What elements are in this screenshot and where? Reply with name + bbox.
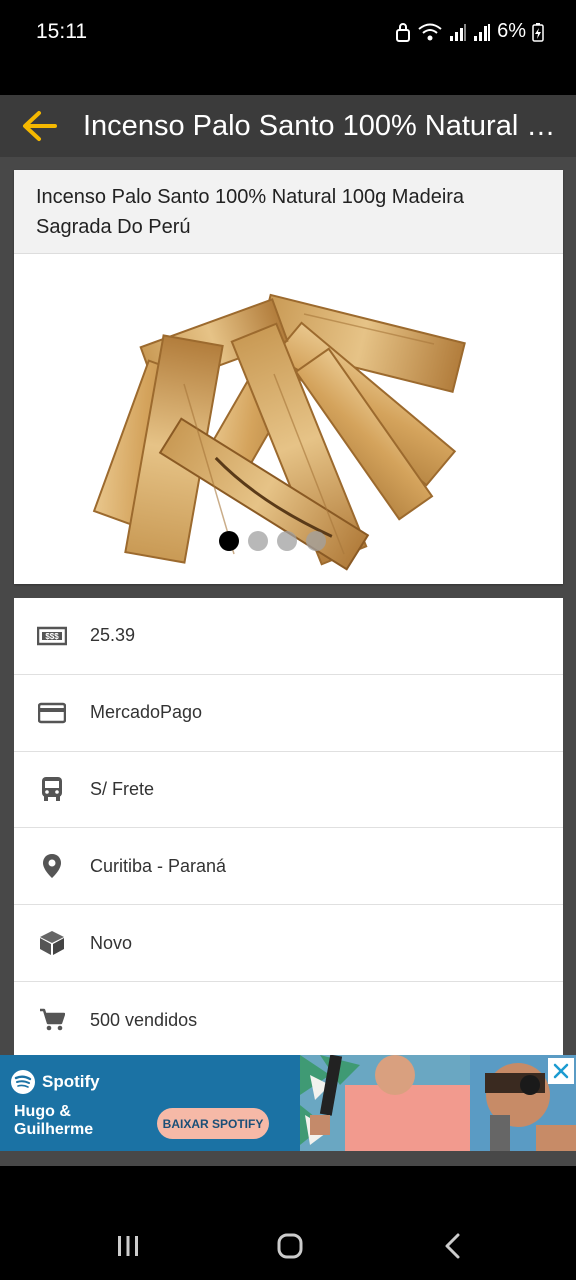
carousel-dot[interactable] [277, 531, 297, 551]
carousel-dots [219, 531, 326, 551]
info-row-price: $$$ 25.39 [14, 598, 563, 675]
spotify-icon [11, 1070, 35, 1094]
payment-text: MercadoPago [90, 702, 203, 723]
carousel-dot[interactable] [306, 531, 326, 551]
shipping-text: S/ Frete [90, 778, 155, 799]
info-row-shipping: S/ Frete [14, 752, 563, 829]
product-image-carousel[interactable] [14, 254, 563, 584]
bus-icon [42, 777, 62, 802]
signal-icon [450, 23, 467, 41]
signal-roaming-icon [474, 23, 491, 41]
carousel-dot[interactable] [248, 531, 268, 551]
product-title: Incenso Palo Santo 100% Natural 100g Mad… [14, 170, 563, 254]
status-icons: 6% [395, 20, 544, 43]
home-icon [277, 1233, 303, 1259]
credit-card-icon [38, 702, 66, 723]
money-icon: $$$ [37, 626, 67, 646]
nav-back-button[interactable] [432, 1226, 472, 1266]
content-area[interactable]: Incenso Palo Santo 100% Natural 100g Mad… [0, 157, 576, 1055]
ad-artist: Hugo & Guilherme [14, 1103, 93, 1139]
app-bar: Incenso Palo Santo 100% Natural 100g Mad… [0, 95, 576, 157]
home-button[interactable] [270, 1226, 310, 1266]
product-info-list: $$$ 25.39 MercadoPago S/ Frete Curitiba … [14, 598, 563, 1055]
arrow-left-icon [23, 111, 57, 141]
wifi-icon [418, 23, 442, 40]
status-bar: 15:11 6% [0, 0, 576, 95]
back-button[interactable] [0, 95, 78, 157]
ad-cta-button[interactable]: BAIXAR SPOTIFY [157, 1108, 269, 1139]
content-bottom-strip [0, 1151, 576, 1166]
battery-charging-icon [532, 22, 544, 42]
carousel-dot[interactable] [219, 531, 239, 551]
info-row-location: Curitiba - Paraná [14, 828, 563, 906]
ad-artist-line1: Hugo & [14, 1103, 71, 1120]
ad-left-panel: Spotify Hugo & Guilherme BAIXAR SPOTIFY [0, 1055, 300, 1151]
close-icon [553, 1063, 569, 1079]
recents-button[interactable] [108, 1226, 148, 1266]
location-text: Curitiba - Paraná [90, 855, 227, 876]
info-row-payment: MercadoPago [14, 675, 563, 752]
svg-text:$$$: $$$ [45, 632, 59, 641]
lock-icon [396, 22, 411, 42]
ad-banner[interactable]: Spotify Hugo & Guilherme BAIXAR SPOTIFY [0, 1055, 576, 1151]
status-time: 15:11 [36, 20, 87, 43]
nav-back-icon [445, 1233, 460, 1259]
cart-icon [40, 1009, 65, 1031]
info-row-sold: 500 vendidos [14, 982, 563, 1055]
ad-artist-line2: Guilherme [14, 1121, 94, 1138]
recents-icon [118, 1236, 138, 1256]
price-text: 25.39 [90, 625, 136, 646]
ad-photo [300, 1055, 576, 1151]
info-row-condition: Novo [14, 905, 563, 982]
condition-text: Novo [90, 932, 133, 953]
box-icon [40, 931, 64, 956]
ad-close-button[interactable] [548, 1058, 574, 1084]
system-nav-bar [0, 1166, 576, 1280]
location-pin-icon [43, 854, 61, 879]
spotify-wordmark: Spotify [42, 1072, 100, 1091]
battery-percent: 6% [497, 20, 526, 42]
spotify-logo: Spotify [10, 1069, 100, 1095]
page-title: Incenso Palo Santo 100% Natural 100g Mad… [83, 109, 563, 142]
sold-text: 500 vendidos [90, 1009, 198, 1030]
product-card: Incenso Palo Santo 100% Natural 100g Mad… [14, 170, 563, 584]
